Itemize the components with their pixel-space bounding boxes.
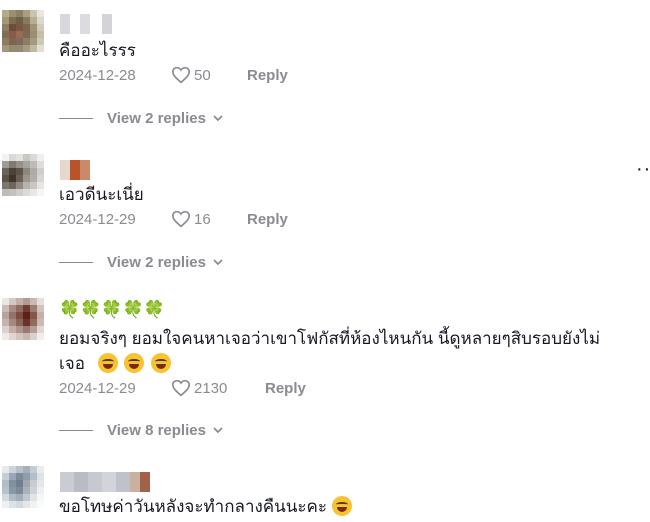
like-count: 50	[194, 66, 211, 84]
reply-button[interactable]: Reply	[247, 211, 288, 228]
comment-text-line-2: เจอ	[59, 352, 173, 376]
view-replies-label: View 2 replies	[107, 109, 206, 127]
like-count: 2130	[194, 379, 228, 397]
comment-date: 2024-12-29	[59, 210, 136, 228]
like-button[interactable]: 16	[171, 210, 241, 228]
comment-text-line-1: ยอมจริงๆ ยอมใจคนหาเจอว่าเขาโฟกัสที่ห้องไ…	[59, 329, 601, 348]
chevron-down-icon	[213, 259, 223, 266]
divider-line	[59, 117, 93, 119]
avatar[interactable]	[2, 10, 44, 52]
laughing-emoji-icon	[124, 353, 145, 373]
avatar[interactable]	[2, 466, 44, 508]
username[interactable]	[60, 160, 90, 180]
laughing-emoji-icon	[151, 353, 172, 373]
comment-text-content: ขอโทษค่าวันหลังจะทำกลางคืนนะคะ	[59, 497, 328, 516]
like-button[interactable]: 50	[171, 66, 241, 84]
like-button[interactable]: 2130	[171, 379, 259, 397]
username[interactable]	[60, 472, 150, 492]
comment-date: 2024-12-29	[59, 379, 136, 397]
username[interactable]	[60, 14, 112, 34]
divider-line	[59, 261, 93, 263]
comment-text: คืออะไรรร	[59, 41, 136, 60]
reply-button[interactable]: Reply	[265, 380, 306, 397]
heart-icon	[171, 210, 191, 228]
chevron-down-icon	[213, 427, 223, 434]
more-options-icon[interactable]: ··	[636, 158, 650, 181]
avatar[interactable]	[2, 154, 44, 196]
comment-text: ขอโทษค่าวันหลังจะทำกลางคืนนะคะ	[59, 495, 354, 519]
view-replies-label: View 2 replies	[107, 253, 206, 271]
comment-text-line-2-text: เจอ	[59, 354, 85, 373]
comment-meta: 2024-12-29 16 Reply	[59, 208, 288, 230]
heart-icon	[171, 66, 191, 84]
divider-line	[59, 429, 93, 431]
comment-date: 2024-12-28	[59, 66, 136, 84]
sweat-smile-emoji-icon	[331, 496, 352, 516]
avatar[interactable]	[2, 298, 44, 340]
view-replies-button[interactable]: View 2 replies	[59, 252, 224, 272]
like-count: 16	[194, 210, 211, 228]
chevron-down-icon	[213, 115, 223, 122]
reply-button[interactable]: Reply	[247, 67, 288, 84]
heart-icon	[171, 379, 191, 397]
comment-emoji-row: 🍀🍀🍀🍀🍀	[59, 300, 165, 319]
comment-text: เอวดีนะเนี่ย	[59, 185, 144, 204]
comment-meta: 2024-12-28 50 Reply	[59, 64, 288, 86]
view-replies-button[interactable]: View 2 replies	[59, 108, 224, 128]
view-replies-button[interactable]: View 8 replies	[59, 420, 224, 440]
comment-meta: 2024-12-29 2130 Reply	[59, 377, 306, 399]
laughing-emoji-icon	[97, 353, 118, 373]
view-replies-label: View 8 replies	[107, 421, 206, 439]
